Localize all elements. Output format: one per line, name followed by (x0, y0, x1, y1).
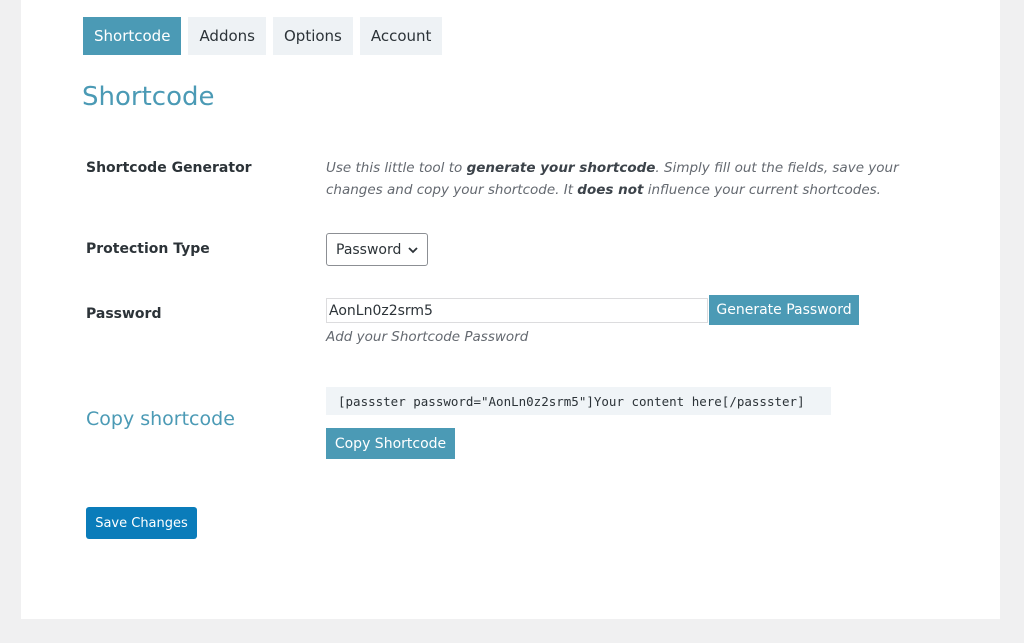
tab-account[interactable]: Account (359, 17, 443, 55)
tab-addons[interactable]: Addons (188, 17, 266, 55)
copy-shortcode-heading: Copy shortcode (86, 408, 235, 430)
tab-bar: Shortcode Addons Options Account (83, 17, 443, 55)
copy-shortcode-button[interactable]: Copy Shortcode (326, 428, 455, 459)
tab-options[interactable]: Options (272, 17, 353, 55)
save-changes-button[interactable]: Save Changes (86, 507, 197, 539)
password-input[interactable] (326, 298, 708, 323)
shortcode-generator-label: Shortcode Generator (86, 160, 252, 176)
page-title: Shortcode (82, 82, 215, 112)
chevron-down-icon (408, 246, 419, 253)
protection-type-select[interactable]: Password (326, 233, 429, 266)
tab-shortcode[interactable]: Shortcode (83, 17, 182, 55)
generator-description: Use this little tool to generate your sh… (326, 160, 899, 198)
generate-password-button[interactable]: Generate Password (709, 295, 859, 325)
protection-type-label: Protection Type (86, 241, 210, 257)
shortcode-output[interactable]: [passster password="AonLn0z2srm5"]Your c… (326, 387, 831, 415)
password-label: Password (86, 306, 162, 322)
password-help-text: Add your Shortcode Password (326, 329, 529, 345)
settings-panel: Shortcode Addons Options Account Shortco… (21, 0, 1000, 619)
protection-type-value: Password (336, 241, 402, 258)
